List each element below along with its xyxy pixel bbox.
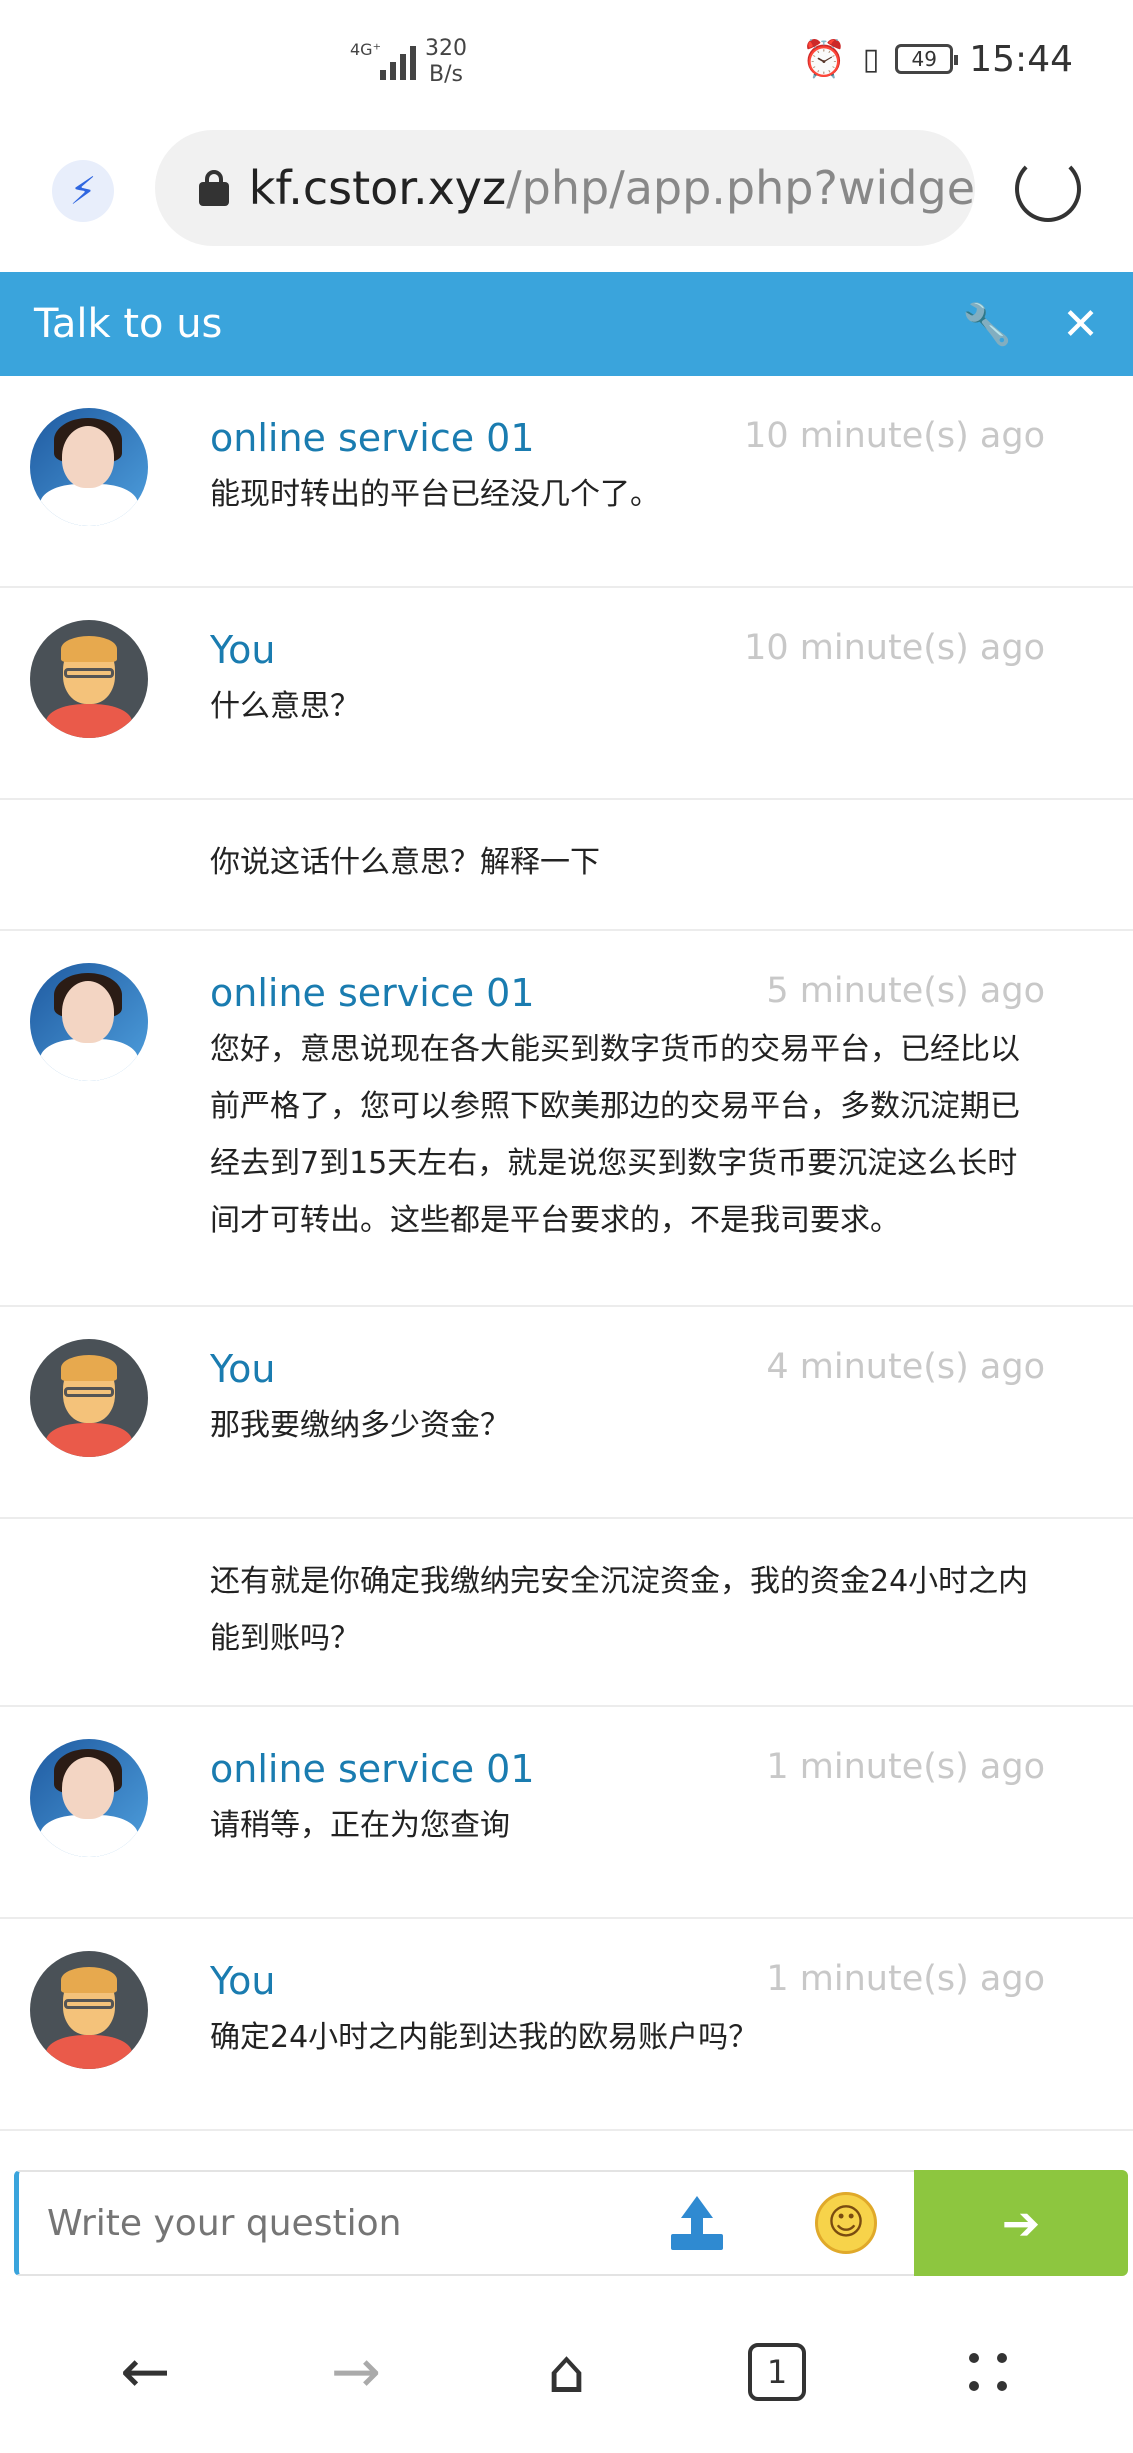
vibrate-icon: ▯ <box>862 41 880 77</box>
tabs-button[interactable]: 1 <box>727 2342 827 2401</box>
browser-nav-bar: ← → ⌂ 1 <box>0 2290 1133 2453</box>
message-item: 还有就是你确定我缴纳完安全沉淀资金，我的资金24小时之内能到账吗？ <box>0 1519 1133 1707</box>
arrow-right-icon: ➔ <box>1001 2196 1041 2250</box>
menu-icon[interactable] <box>938 2352 1038 2391</box>
message-item: 你说这话什么意思？解释一下 <box>0 800 1133 931</box>
message-text: 请稍等，正在为您查询 <box>210 1808 510 1843</box>
message-text: 你说这话什么意思？解释一下 <box>210 845 600 880</box>
message-sender: You <box>210 628 276 672</box>
message-time: 1 minute(s) ago <box>766 1747 1045 1787</box>
signal-icon <box>380 40 416 80</box>
tab-count: 1 <box>748 2342 807 2401</box>
message-time: 1 minute(s) ago <box>766 1959 1045 1999</box>
battery-icon: 49 <box>895 44 959 74</box>
smiley-icon[interactable]: ☺ <box>815 2192 877 2254</box>
url-path: /php/app.php?widge <box>506 161 975 215</box>
chat-header: Talk to us 🔧 ✕ <box>0 272 1133 376</box>
message-item: online service 01 1 minute(s) ago 请稍等，正在… <box>0 1707 1133 1919</box>
message-text: 什么意思？ <box>210 689 360 724</box>
message-time: 4 minute(s) ago <box>766 1347 1045 1387</box>
network-speed: 320 B/s <box>425 36 467 88</box>
message-sender: online service 01 <box>210 971 535 1015</box>
url-host: kf.cstor.xyz <box>248 161 507 215</box>
message-text: 还有就是你确定我缴纳完安全沉淀资金，我的资金24小时之内能到账吗？ <box>210 1564 1029 1656</box>
message-item: online service 01 10 minute(s) ago 能现时转出… <box>0 376 1133 588</box>
forward-icon[interactable]: → <box>306 2337 406 2407</box>
message-item: You 4 minute(s) ago 那我要缴纳多少资金？ <box>0 1307 1133 1519</box>
message-item: You 10 minute(s) ago 什么意思？ <box>0 588 1133 800</box>
status-bar: 4G⁺ 320 B/s ⏰ ▯ 49 15:44 <box>0 0 1133 130</box>
network-speed-value: 320 <box>425 36 467 61</box>
message-item: online service 01 5 minute(s) ago 您好，意思说… <box>0 931 1133 1307</box>
send-button[interactable]: ➔ <box>914 2170 1128 2276</box>
url-field[interactable]: kf.cstor.xyz/php/app.php?widge <box>155 130 975 246</box>
message-text: 确定24小时之内能到达我的欧易账户吗？ <box>210 2020 759 2055</box>
message-list: online service 01 10 minute(s) ago 能现时转出… <box>0 376 1133 2131</box>
message-sender: online service 01 <box>210 416 535 460</box>
status-right: ⏰ ▯ 49 15:44 <box>801 38 1073 81</box>
upload-icon[interactable] <box>667 2194 727 2254</box>
message-text: 能现时转出的平台已经没几个了。 <box>210 477 660 512</box>
wrench-icon[interactable]: 🔧 <box>962 301 1012 348</box>
message-text: 您好，意思说现在各大能买到数字货币的交易平台，已经比以前严格了，您可以参照下欧美… <box>210 1032 1020 1238</box>
network-type: 4G⁺ <box>350 40 382 59</box>
message-item: You 1 minute(s) ago 确定24小时之内能到达我的欧易账户吗？ <box>0 1919 1133 2131</box>
lightning-icon[interactable]: ⚡ <box>52 160 114 222</box>
close-icon[interactable]: ✕ <box>1062 299 1099 350</box>
message-sender: online service 01 <box>210 1747 535 1791</box>
lock-icon <box>199 170 229 206</box>
message-sender: You <box>210 1347 276 1391</box>
home-icon[interactable]: ⌂ <box>516 2337 616 2407</box>
battery-level: 49 <box>911 47 937 71</box>
alarm-icon: ⏰ <box>801 39 847 80</box>
message-time: 10 minute(s) ago <box>744 628 1045 668</box>
clock: 15:44 <box>969 38 1073 80</box>
message-time: 10 minute(s) ago <box>744 416 1045 456</box>
composer: ☺ ➔ <box>14 2170 1128 2276</box>
message-time: 5 minute(s) ago <box>766 971 1045 1011</box>
address-bar: ⚡ kf.cstor.xyz/php/app.php?widge <box>0 130 1133 270</box>
url-text: kf.cstor.xyz/php/app.php?widge <box>249 161 975 215</box>
reload-icon[interactable] <box>1015 156 1081 222</box>
question-input[interactable] <box>47 2202 627 2244</box>
message-sender: You <box>210 1959 276 2003</box>
message-text: 那我要缴纳多少资金？ <box>210 1408 510 1443</box>
chat-title: Talk to us <box>34 301 223 347</box>
back-icon[interactable]: ← <box>95 2337 195 2407</box>
network-speed-unit: B/s <box>429 62 463 87</box>
